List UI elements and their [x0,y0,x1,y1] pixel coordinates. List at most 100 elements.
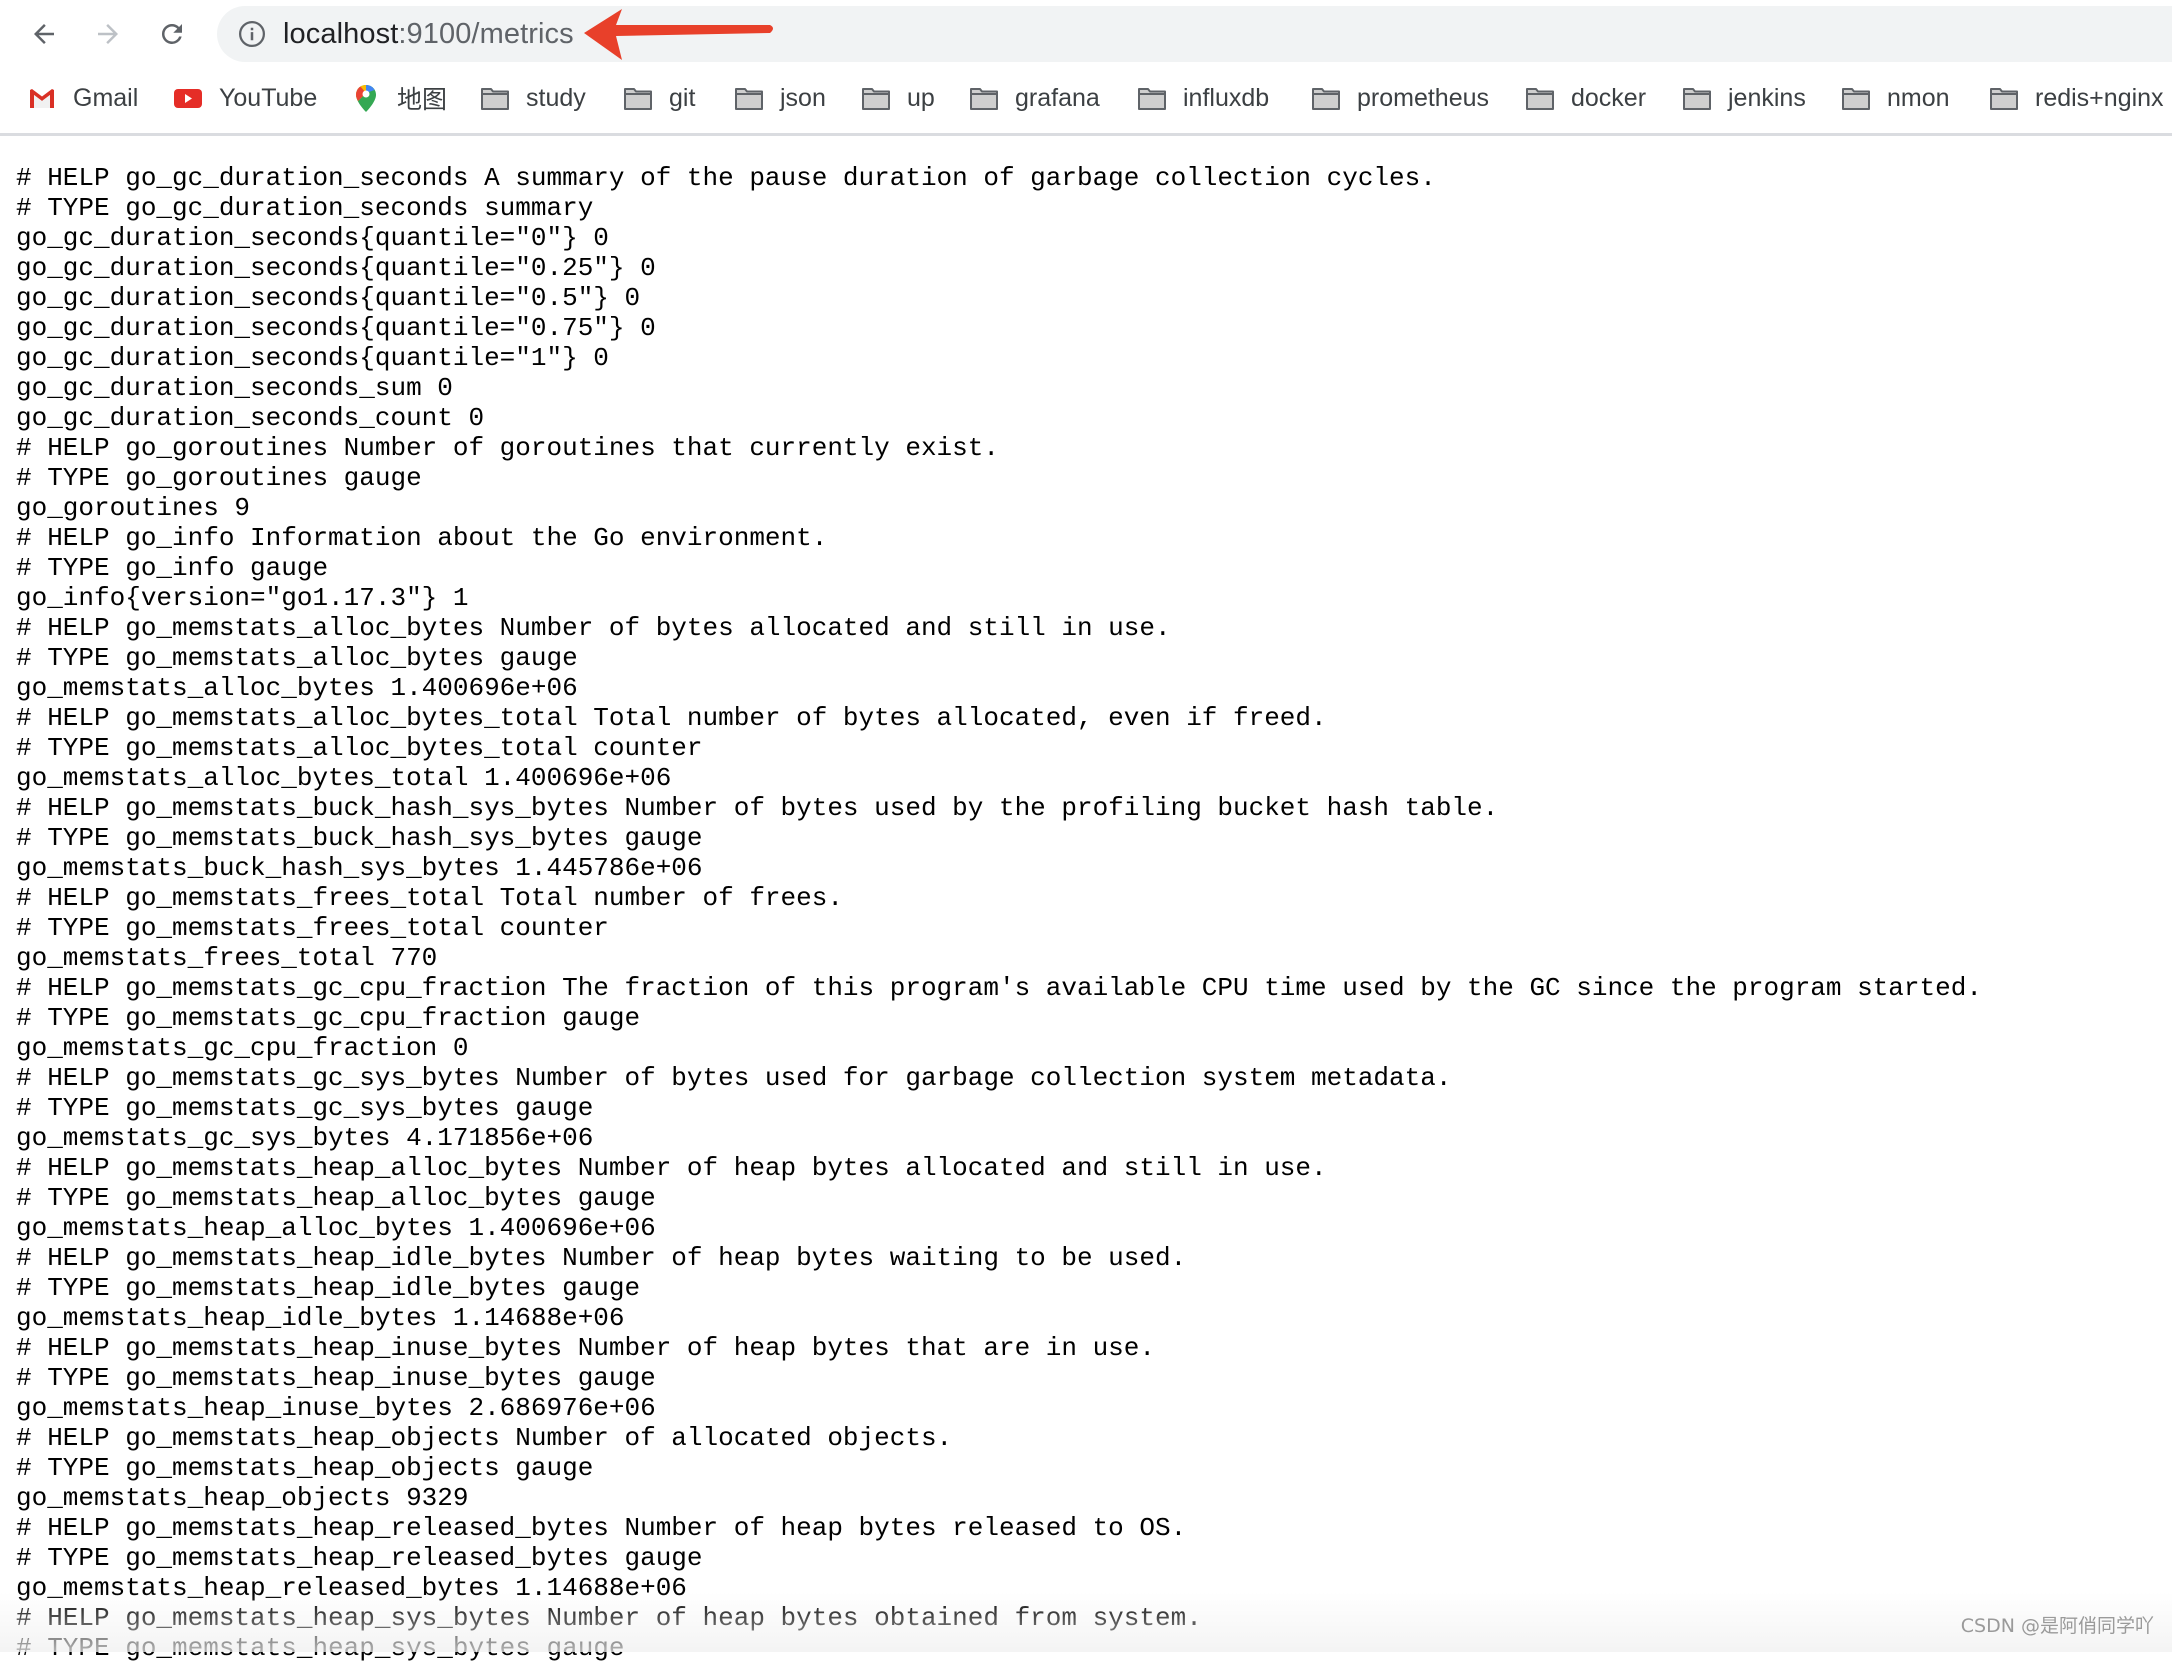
bookmark-label: jenkins [1728,83,1806,112]
metric-type-line: # TYPE go_goroutines gauge [16,463,422,493]
metric-type-line: # TYPE go_memstats_alloc_bytes_total cou… [16,733,703,763]
bookmark-label: influxdb [1183,83,1270,112]
metric-value-line: go_memstats_alloc_bytes 1.400696e+06 [16,673,578,703]
bookmark-label: nmon [1887,83,1950,112]
folder-icon [1840,82,1872,114]
folder-icon [1524,82,1556,114]
reload-button[interactable] [152,14,192,54]
metric-type-line: # TYPE go_memstats_heap_sys_bytes gauge [16,1633,625,1663]
url-host: localhost [283,18,399,50]
metric-type-line: # TYPE go_memstats_gc_sys_bytes gauge [16,1093,594,1123]
metric-help-line: # HELP go_gc_duration_seconds A summary … [16,163,1436,193]
url-path: :9100/metrics [398,18,574,50]
metric-type-line: # TYPE go_memstats_frees_total counter [16,913,609,943]
bookmark-folder-grafana[interactable]: grafana [968,68,1100,128]
bookmark-label: git [669,83,696,112]
bookmark-label: docker [1571,83,1647,112]
metric-value-line: go_memstats_heap_inuse_bytes 2.686976e+0… [16,1393,656,1423]
metric-help-line: # HELP go_memstats_heap_alloc_bytes Numb… [16,1153,1327,1183]
forward-icon [98,24,118,44]
bookmark-folder-docker[interactable]: docker [1524,68,1646,128]
metric-help-line: # HELP go_memstats_heap_inuse_bytes Numb… [16,1333,1155,1363]
metric-value-line: go_memstats_gc_cpu_fraction 0 [16,1033,469,1063]
bookmark-folder-prometheus[interactable]: prometheus [1310,68,1489,128]
metric-value-line: go_memstats_heap_released_bytes 1.14688e… [16,1573,687,1603]
url-text[interactable]: localhost:9100/metrics [283,6,574,62]
folder-icon [622,82,654,114]
browser-toolbar: localhost:9100/metrics [0,0,2172,68]
bookmark-label: json [780,83,826,112]
metric-help-line: # HELP go_info Information about the Go … [16,523,828,553]
metric-value-line: go_memstats_frees_total 770 [16,943,438,973]
watermark: CSDN @是阿俏同学吖 [1960,1615,2154,1637]
bookmark-folder-json[interactable]: json [733,68,826,128]
metric-value-line: go_gc_duration_seconds_sum 0 [16,373,453,403]
metric-type-line: # TYPE go_memstats_heap_objects gauge [16,1453,594,1483]
folder-icon [1681,82,1713,114]
metric-help-line: # HELP go_memstats_heap_released_bytes N… [16,1513,1187,1543]
bookmark-label: up [907,83,935,112]
metric-type-line: # TYPE go_memstats_alloc_bytes gauge [16,643,578,673]
metric-help-line: # HELP go_goroutines Number of goroutine… [16,433,999,463]
bookmark-label: study [526,83,586,112]
metric-type-line: # TYPE go_memstats_heap_released_bytes g… [16,1543,703,1573]
metric-value-line: go_gc_duration_seconds_count 0 [16,403,485,433]
metric-value-line: go_memstats_buck_hash_sys_bytes 1.445786… [16,853,703,883]
back-button[interactable] [24,14,64,54]
bookmark-folder-influxdb[interactable]: influxdb [1136,68,1269,128]
bookmark-gmail[interactable]: Gmail [26,68,138,128]
metric-type-line: # TYPE go_memstats_heap_idle_bytes gauge [16,1273,641,1303]
bookmark-label: YouTube [219,83,318,112]
youtube-icon [172,82,204,114]
metric-type-line: # TYPE go_info gauge [16,553,329,583]
metric-type-line: # TYPE go_gc_duration_seconds summary [16,193,594,223]
metric-value-line: go_gc_duration_seconds{quantile="1"} 0 [16,343,609,373]
bookmark-folder-study[interactable]: study [479,68,586,128]
metric-value-line: go_info{version="go1.17.3"} 1 [16,583,469,613]
bookmark-folder-up[interactable]: up [860,68,935,128]
bookmark-label: grafana [1015,83,1100,112]
bookmarks-bar: Gmail YouTube 地图 study git json up grafana in… [0,68,2172,134]
folder-icon [733,82,765,114]
info-icon[interactable] [237,19,267,49]
metric-value-line: go_gc_duration_seconds{quantile="0.5"} 0 [16,283,641,313]
metric-value-line: go_memstats_heap_idle_bytes 1.14688e+06 [16,1303,625,1333]
metric-help-line: # HELP go_memstats_gc_cpu_fraction The f… [16,973,1982,1003]
metric-type-line: # TYPE go_memstats_heap_alloc_bytes gaug… [16,1183,656,1213]
metric-help-line: # HELP go_memstats_buck_hash_sys_bytes N… [16,793,1499,823]
bookmark-folder-redis-nginx[interactable]: redis+nginx [1988,68,2164,128]
metric-help-line: # HELP go_memstats_heap_idle_bytes Numbe… [16,1243,1187,1273]
bookmark-folder-git[interactable]: git [622,68,695,128]
metric-help-line: # HELP go_memstats_frees_total Total num… [16,883,843,913]
metric-value-line: go_memstats_heap_alloc_bytes 1.400696e+0… [16,1213,656,1243]
maps-icon [350,82,382,114]
folder-icon [860,82,892,114]
metric-value-line: go_memstats_gc_sys_bytes 4.171856e+06 [16,1123,594,1153]
gmail-icon [26,82,58,114]
metric-help-line: # HELP go_memstats_heap_sys_bytes Number… [16,1603,1202,1633]
metric-type-line: # TYPE go_memstats_buck_hash_sys_bytes g… [16,823,703,853]
bookmark-folder-jenkins[interactable]: jenkins [1681,68,1806,128]
bookmark-label: 地图 [397,86,448,114]
metric-value-line: go_memstats_alloc_bytes_total 1.400696e+… [16,763,672,793]
metric-value-line: go_goroutines 9 [16,493,251,523]
bookmark-folder-nmon[interactable]: nmon [1840,68,1950,128]
folder-icon [1136,82,1168,114]
folder-icon [968,82,1000,114]
metric-help-line: # HELP go_memstats_heap_objects Number o… [16,1423,953,1453]
bookmark-label: prometheus [1357,83,1490,112]
metric-type-line: # TYPE go_memstats_heap_inuse_bytes gaug… [16,1363,656,1393]
metric-value-line: go_gc_duration_seconds{quantile="0.25"} … [16,253,656,283]
metrics-text: # HELP go_gc_duration_seconds A summary … [16,163,2172,1663]
bookmark-youtube[interactable]: YouTube [172,68,317,128]
reload-icon [161,23,182,44]
folder-icon [1310,82,1342,114]
bookmark-maps[interactable]: 地图 [350,68,447,128]
address-bar[interactable]: localhost:9100/metrics [217,6,2172,62]
metric-value-line: go_gc_duration_seconds{quantile="0.75"} … [16,313,656,343]
metric-help-line: # HELP go_memstats_alloc_bytes_total Tot… [16,703,1327,733]
metric-type-line: # TYPE go_memstats_gc_cpu_fraction gauge [16,1003,641,1033]
metric-value-line: go_gc_duration_seconds{quantile="0"} 0 [16,223,609,253]
forward-button[interactable] [88,14,128,54]
metric-help-line: # HELP go_memstats_alloc_bytes Number of… [16,613,1171,643]
